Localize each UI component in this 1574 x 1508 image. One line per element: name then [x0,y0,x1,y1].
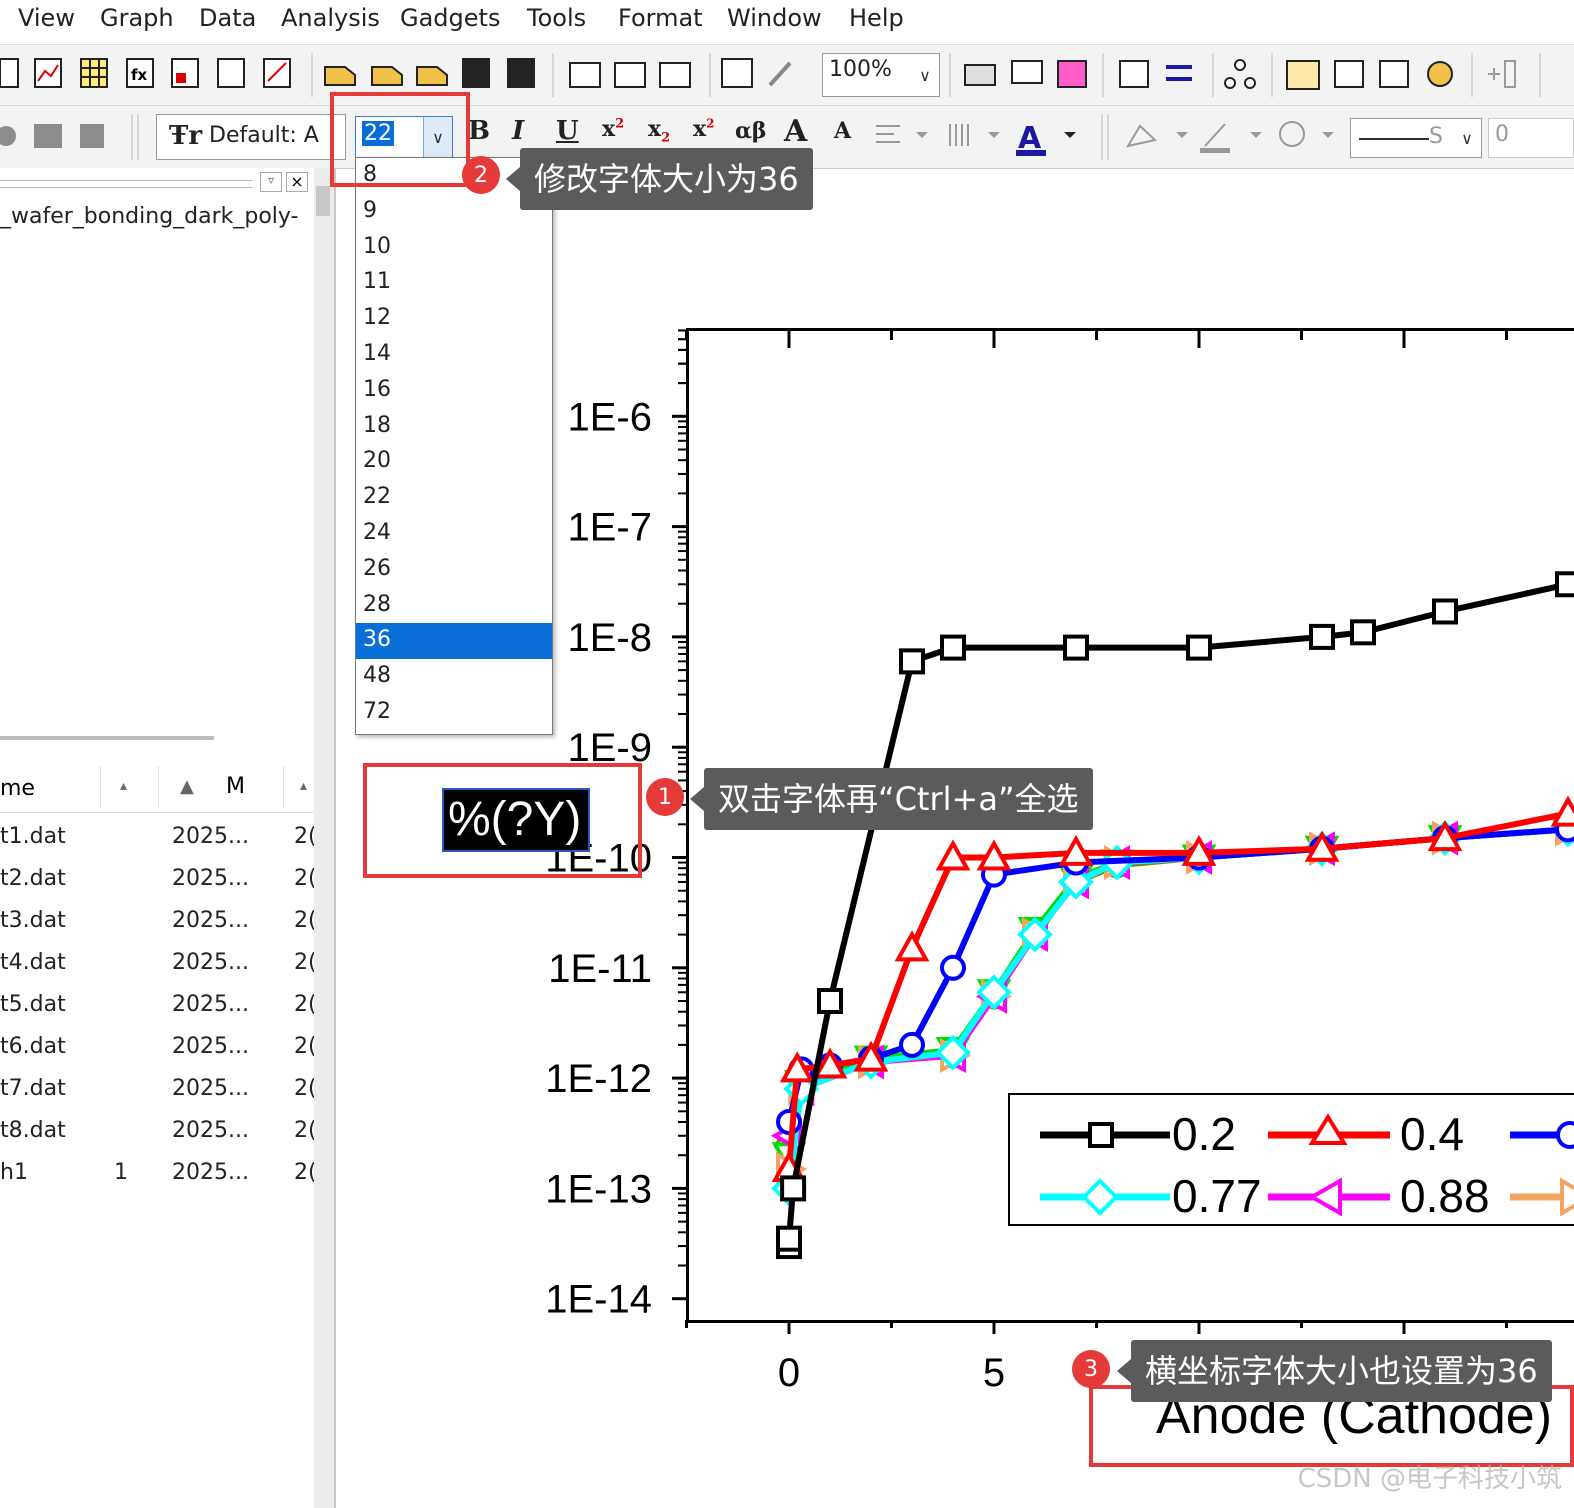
font-size-option-label: 10 [363,233,391,259]
data-point [1350,619,1376,646]
font-size-option-label: 72 [363,699,391,724]
font-size-option-label: 48 [363,663,391,689]
series-line [786,826,1569,1137]
y-tick-label: 1E-13 [545,1167,652,1211]
legend-label-0: 0.2 [1172,1108,1236,1160]
annotation-box-1 [363,763,642,878]
font-size-option-label: 9 [363,197,377,223]
x-tick-label: 5 [983,1351,1005,1395]
annotation-tip-2: 修改字体大小为36 [506,148,813,210]
legend-square-marker [1088,1122,1114,1148]
font-size-option[interactable]: 12 [356,301,552,337]
data-point [899,1031,925,1058]
font-size-option[interactable]: 14 [356,337,552,373]
legend-triangle-left-marker [1307,1177,1342,1217]
y-tick-label: 1E-8 [568,616,653,660]
legend[interactable]: 0.2 0.4 0.77 0.88 [1008,1093,1574,1226]
data-point [1550,795,1574,827]
legend-circle-marker [1556,1121,1574,1149]
legend-triangle-right-marker [1560,1177,1574,1217]
annotation-tip-1: 双击字体再“Ctrl+a”全选 [690,768,1093,830]
font-size-option-label: 12 [363,305,391,331]
font-size-option-label: 11 [363,269,391,295]
data-point [776,1108,802,1135]
y-tick-label: 1E-6 [568,395,653,439]
font-size-option[interactable]: 36 [356,623,552,660]
y-tick-label: 1E-11 [548,947,652,991]
annotation-tip-3: 横坐标字体大小也设置为36 [1117,1340,1552,1402]
data-point [1432,598,1458,625]
font-size-option[interactable]: 22 [356,480,552,516]
y-tick-label: 1E-12 [545,1057,652,1101]
x-tick-label: 0 [778,1351,800,1395]
font-size-option-label: 20 [363,448,391,474]
font-size-option-label: 16 [363,376,391,402]
font-size-option-label: 26 [363,555,391,581]
data-point [899,648,925,675]
font-size-option-label: 14 [363,341,391,366]
annotation-badge-2: 2 [462,156,500,194]
font-size-option-label: 22 [363,484,391,510]
font-size-option[interactable]: 10 [356,230,552,266]
data-point [817,988,843,1015]
font-size-option-label: 28 [363,591,391,617]
font-size-dropdown[interactable]: 8 9 10 11 12 14 16 18 20 22 24 26 28 36 48 72 [355,157,553,735]
data-point [780,1175,807,1202]
annotation-box-2 [330,92,470,187]
series-line [786,826,1569,1123]
legend-diamond-marker [1081,1178,1119,1216]
font-size-option[interactable]: 28 [356,588,552,624]
annotation-badge-3: 3 [1072,1350,1110,1388]
data-point [894,930,930,962]
legend-label-4: 0.88 [1400,1170,1490,1222]
data-point [1555,571,1574,598]
legend-label-3: 0.77 [1172,1170,1262,1222]
chart: 1E-141E-131E-121E-111E-101E-91E-81E-71E-… [545,329,1574,1395]
font-size-option-label: 36 [363,627,391,653]
data-point [776,1225,802,1252]
legend-triangle-marker [1308,1113,1348,1145]
data-point [1063,634,1089,661]
data-point [940,954,966,981]
watermark: CSDN @电子科技小筑 [1297,1464,1562,1494]
annotation-badge-1: 1 [646,778,684,816]
legend-label-1: 0.4 [1400,1108,1464,1160]
font-size-option-label: 24 [363,520,391,545]
font-size-option[interactable]: 26 [356,552,552,588]
font-size-option[interactable]: 24 [356,516,552,552]
data-point [940,634,966,661]
data-point [1309,623,1335,650]
data-point [1186,634,1212,661]
font-size-option[interactable]: 72 [356,695,552,731]
y-tick-label: 1E-7 [568,506,653,550]
y-tick-label: 1E-14 [545,1278,652,1322]
font-size-option[interactable]: 18 [356,409,552,445]
font-size-option[interactable]: 16 [356,373,552,409]
font-size-option[interactable]: 20 [356,444,552,480]
font-size-option[interactable]: 48 [356,659,552,695]
font-size-option[interactable]: 11 [356,265,552,301]
font-size-option-label: 18 [363,412,391,438]
